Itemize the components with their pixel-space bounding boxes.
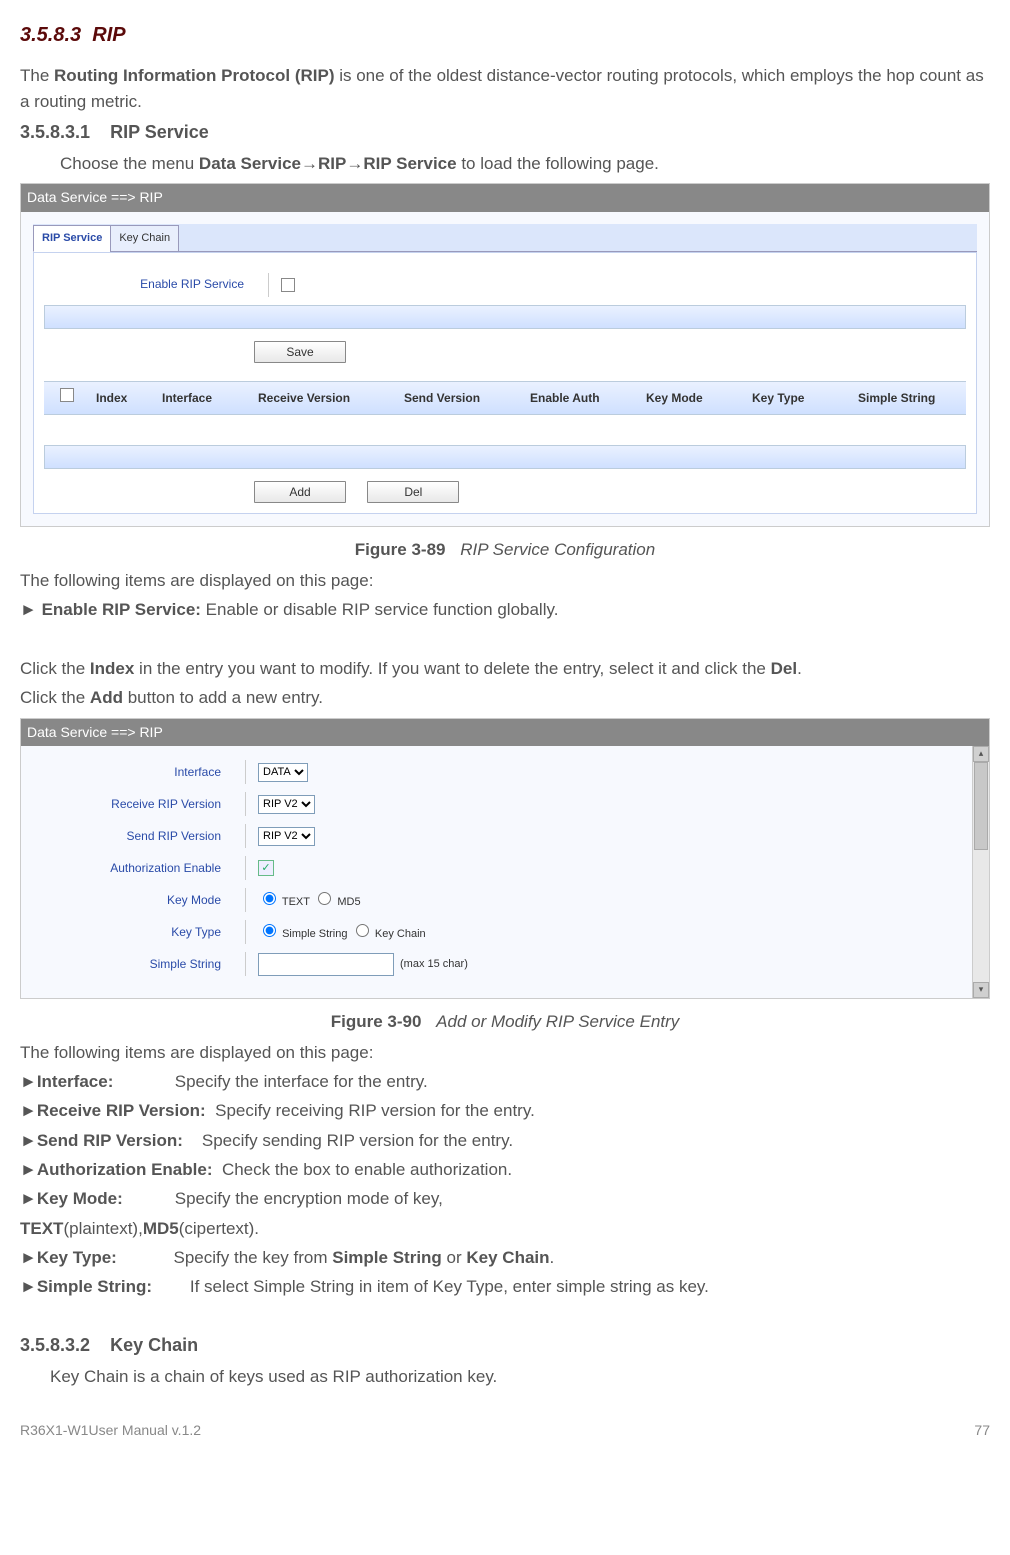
simple-label: Simple String [31, 955, 233, 974]
page-footer: R36X1-W1User Manual v.1.2 77 [20, 1420, 990, 1442]
section-title: RIP [92, 24, 125, 46]
table-header: Index Interface Receive Version Send Ver… [44, 381, 966, 415]
simple-string-input[interactable] [258, 953, 394, 976]
item-simple: ►Simple String: If select Simple String … [20, 1274, 990, 1300]
item-keytype: ►Key Type: Specify the key from Simple S… [20, 1245, 990, 1271]
keymode-text-radio[interactable] [263, 892, 276, 905]
instr-add: Click the Add button to add a new entry. [20, 685, 990, 711]
subsection-heading-1: 3.5.8.3.1 RIP Service [20, 119, 990, 147]
figure-caption-1: Figure 3-89 RIP Service Configuration [20, 537, 990, 563]
items-intro-1: The following items are displayed on thi… [20, 568, 990, 594]
keytype-label: Key Type [31, 923, 233, 942]
receive-version-select[interactable]: RIP V2 [258, 795, 315, 814]
scroll-thumb[interactable] [974, 762, 988, 850]
screenshot-rip-service: Data Service ==> RIP RIP Service Key Cha… [20, 183, 990, 528]
del-button[interactable]: Del [367, 481, 459, 504]
send-label: Send RIP Version [31, 827, 233, 846]
footer-left: R36X1-W1User Manual v.1.2 [20, 1420, 201, 1442]
keychain-text: Key Chain is a chain of keys used as RIP… [20, 1364, 990, 1390]
breadcrumb: Data Service ==> RIP [21, 184, 989, 212]
keymode-md5-radio[interactable] [318, 892, 331, 905]
add-button[interactable]: Add [254, 481, 346, 504]
save-button[interactable]: Save [254, 341, 346, 364]
tabs: RIP Service Key Chain [33, 224, 977, 252]
scroll-down-icon[interactable]: ▾ [973, 982, 989, 998]
section-number: 3.5.8.3 [20, 24, 81, 46]
tab-key-chain[interactable]: Key Chain [110, 225, 179, 252]
item-keymode-opts: TEXT(plaintext),MD5(cipertext). [20, 1216, 990, 1242]
item-recv: ►Receive RIP Version: Specify receiving … [20, 1098, 990, 1124]
item-auth: ►Authorization Enable: Check the box to … [20, 1157, 990, 1183]
footer-right: 77 [974, 1420, 990, 1442]
simple-hint: (max 15 char) [400, 956, 468, 973]
item-keymode: ►Key Mode: Specify the encryption mode o… [20, 1186, 990, 1212]
instr-modify-delete: Click the Index in the entry you want to… [20, 656, 990, 682]
figure-caption-2: Figure 3-90 Add or Modify RIP Service En… [20, 1009, 990, 1035]
auth-label: Authorization Enable [31, 859, 233, 878]
keymode-label: Key Mode [31, 891, 233, 910]
item-interface: ►Interface: Specify the interface for th… [20, 1069, 990, 1095]
recv-label: Receive RIP Version [31, 795, 233, 814]
intro-paragraph: The Routing Information Protocol (RIP) i… [20, 63, 990, 116]
select-all-checkbox[interactable] [60, 388, 74, 402]
send-version-select[interactable]: RIP V2 [258, 827, 315, 846]
item-send: ►Send RIP Version: Specify sending RIP v… [20, 1128, 990, 1154]
enable-rip-checkbox[interactable] [281, 278, 295, 292]
scrollbar[interactable]: ▴ ▾ [972, 746, 989, 998]
interface-select[interactable]: DATA [258, 763, 308, 782]
breadcrumb: Data Service ==> RIP [21, 719, 989, 747]
keytype-chain-radio[interactable] [356, 924, 369, 937]
screenshot-add-entry: Data Service ==> RIP ▴ ▾ Interface DATA … [20, 718, 990, 1000]
items-intro-2: The following items are displayed on thi… [20, 1040, 990, 1066]
subsection-heading-2: 3.5.8.3.2 Key Chain [20, 1332, 990, 1360]
enable-rip-label: Enable RIP Service [44, 275, 256, 294]
tab-rip-service[interactable]: RIP Service [33, 225, 111, 252]
keytype-simple-radio[interactable] [263, 924, 276, 937]
item-enable-rip: ► Enable RIP Service: Enable or disable … [20, 597, 990, 623]
nav-instruction-1: Choose the menu Data Service→RIP→RIP Ser… [20, 151, 990, 177]
scroll-up-icon[interactable]: ▴ [973, 746, 989, 762]
section-heading: 3.5.8.3 RIP [20, 20, 990, 51]
auth-enable-checkbox[interactable] [258, 860, 274, 876]
interface-label: Interface [31, 763, 233, 782]
